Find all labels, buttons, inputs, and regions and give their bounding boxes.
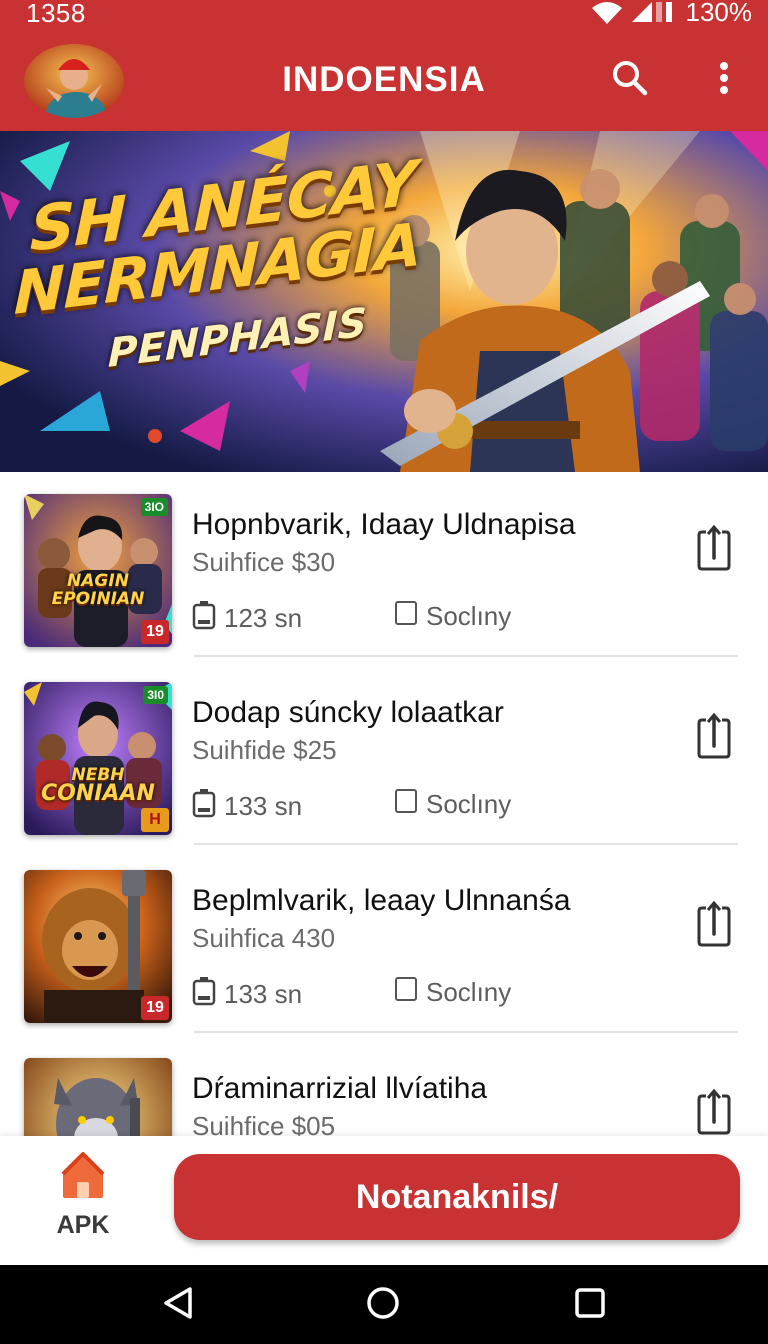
divider (194, 843, 738, 845)
age-rating-badge: H (141, 808, 169, 832)
download-icon (696, 712, 732, 765)
status-time: 1358 (26, 0, 86, 28)
more-options-button[interactable] (702, 58, 746, 102)
home-icon (59, 1150, 107, 1205)
list-item[interactable]: NAGIN EPOINIAN 3IO 19 Hopnbvarik, Idaay … (0, 472, 768, 660)
download-icon (696, 900, 732, 953)
thumbnail-caption: EPOINIAN (51, 589, 145, 609)
checkbox-label: Soclıny (426, 601, 512, 631)
app-size-text: 133 sn (224, 791, 303, 821)
option-checkbox[interactable]: Soclıny (394, 976, 511, 1009)
status-icons: 130% (590, 0, 753, 27)
status-bar: 1358 130% (0, 0, 768, 28)
app-subtitle: Suihfide $25 (192, 735, 337, 765)
home-circle-icon (365, 1285, 401, 1326)
app-title: Dodap súncky lolaatkar (192, 696, 504, 729)
checkbox-label: Soclıny (426, 789, 512, 819)
app-subtitle: Suihfice $30 (192, 547, 336, 577)
recent-apps-button[interactable] (572, 1287, 608, 1323)
bottom-action-bar: APK Notanaknils/ (0, 1136, 768, 1265)
app-title: Dŕaminarrizial llvíatiha (192, 1072, 488, 1105)
signal-icon (630, 0, 680, 24)
download-icon (696, 1088, 732, 1137)
checkbox-label: Soclıny (426, 977, 512, 1007)
app-subtitle: Suihfice $05 (192, 1111, 336, 1136)
age-rating-badge: 19 (141, 620, 169, 644)
recent-square-icon (573, 1286, 607, 1325)
app-thumbnail[interactable]: 19 (24, 870, 172, 1023)
list-item[interactable]: 19 Beplmlvarik, leaay Ulnnanśa Suihfica … (0, 848, 768, 1036)
divider (194, 1031, 738, 1033)
app-size-text: 123 sn (224, 603, 303, 633)
back-button[interactable] (160, 1286, 196, 1325)
download-icon (696, 524, 732, 577)
download-button[interactable] (694, 524, 734, 577)
thumbnail-tag: 3I0 (143, 686, 168, 704)
download-button[interactable] (694, 712, 734, 765)
app-size: 123 sn (192, 600, 302, 637)
thumbnail-tag: 3IO (140, 498, 168, 516)
list-item[interactable]: Dŕaminarrizial llvíatiha Suihfice $05 (0, 1036, 768, 1136)
storage-icon (192, 600, 216, 637)
option-checkbox[interactable]: Soclıny (394, 600, 511, 633)
app-title: Beplmlvarik, leaay Ulnnanśa (192, 884, 571, 917)
apk-label: APK (56, 1211, 110, 1239)
download-button[interactable] (694, 900, 734, 953)
thumbnail-caption: CONIAAN (41, 781, 155, 806)
app-thumbnail[interactable]: NAGIN EPOINIAN 3IO 19 (24, 494, 172, 647)
app-subtitle: Suihfica 430 (192, 923, 336, 953)
wifi-icon (590, 0, 624, 24)
system-navigation-bar (0, 1265, 768, 1344)
app-size: 133 sn (192, 788, 302, 825)
app-thumbnail[interactable]: NEBH CONIAAN 3I0 H (24, 682, 172, 835)
hero-banner[interactable]: SH ANÉCAY NERMNAGIA PENPHASIS (0, 131, 768, 472)
more-vertical-icon (719, 61, 729, 100)
apk-nav-button[interactable]: APK (38, 1150, 128, 1250)
age-rating-badge: 19 (141, 996, 169, 1020)
battery-text: 130% (685, 0, 753, 27)
storage-icon (192, 976, 216, 1013)
app-list: NAGIN EPOINIAN 3IO 19 Hopnbvarik, Idaay … (0, 472, 768, 1136)
search-icon (611, 59, 649, 102)
top-app-bar: 1358 130% INDOENSIA (0, 0, 768, 131)
app-size: 133 sn (192, 976, 302, 1013)
checkbox-icon (394, 788, 418, 821)
checkbox-icon (394, 600, 418, 633)
search-button[interactable] (608, 58, 652, 102)
app-thumbnail[interactable] (24, 1058, 172, 1136)
list-item[interactable]: NEBH CONIAAN 3I0 H Dodap súncky lolaatka… (0, 660, 768, 848)
back-triangle-icon (162, 1286, 194, 1325)
primary-cta-button[interactable]: Notanaknils/ (174, 1154, 740, 1240)
app-title: INDOENSIA (282, 60, 486, 99)
thumbnail-artwork (24, 1058, 172, 1136)
storage-icon (192, 788, 216, 825)
checkbox-icon (394, 976, 418, 1009)
divider (194, 655, 738, 657)
app-size-text: 133 sn (224, 979, 303, 1009)
download-button[interactable] (694, 1088, 734, 1137)
app-title: Hopnbvarik, Idaay Uldnapisa (192, 508, 576, 541)
home-button[interactable] (365, 1285, 401, 1326)
option-checkbox[interactable]: Soclıny (394, 788, 511, 821)
